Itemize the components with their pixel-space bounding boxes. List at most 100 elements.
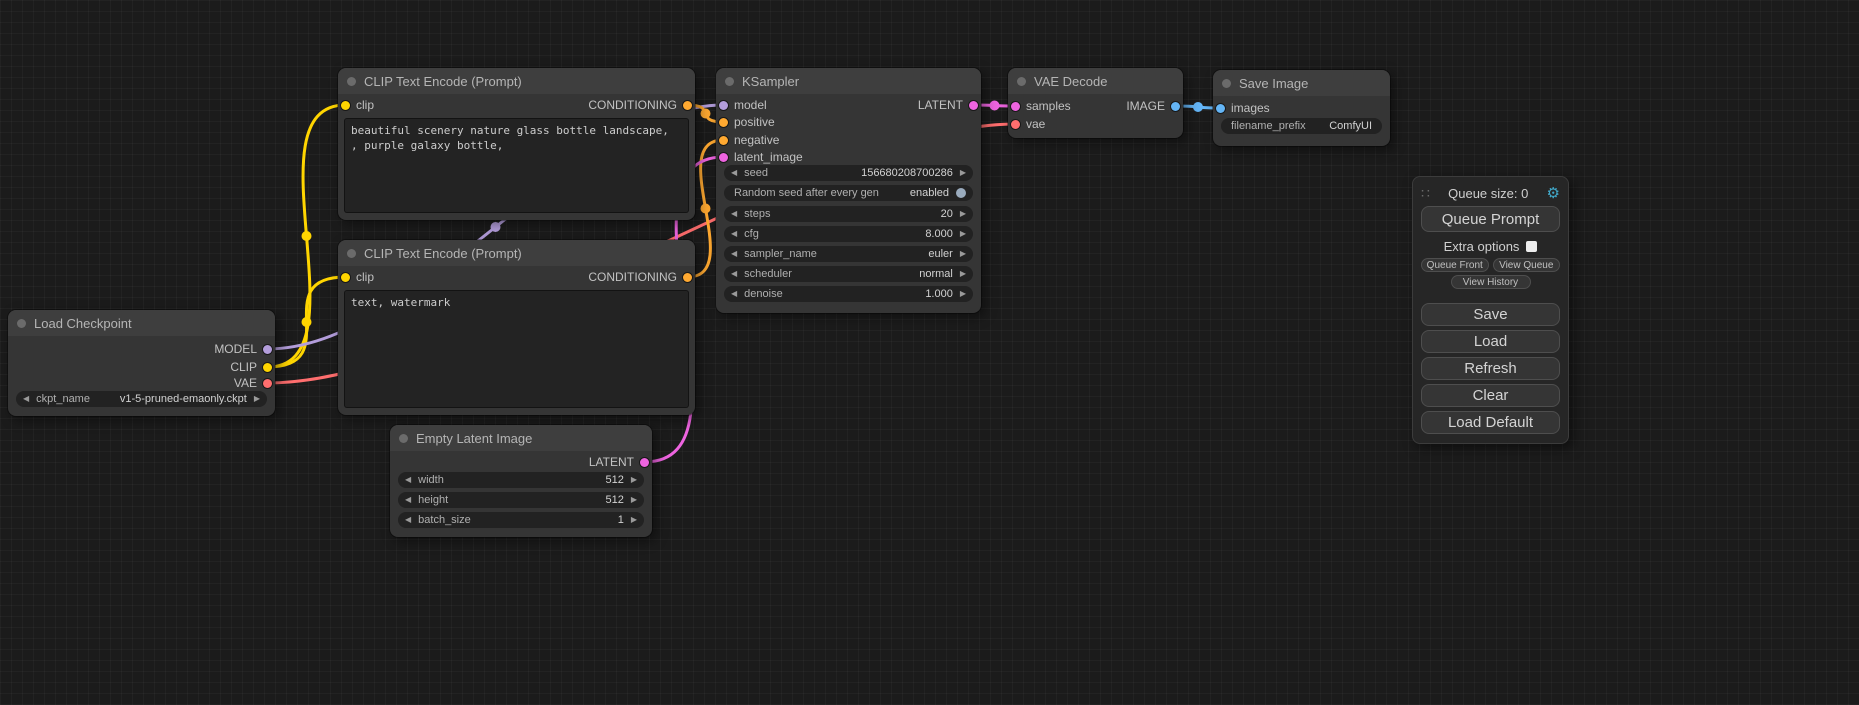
widget-value: 512 [605, 474, 623, 486]
image-output-dot[interactable] [1171, 102, 1180, 111]
node-title-bar[interactable]: Empty Latent Image [390, 425, 652, 451]
node-load-checkpoint[interactable]: Load Checkpoint MODEL CLIP VAE ◀ ckpt_na… [8, 310, 275, 416]
node-clip-text-encode-positive[interactable]: CLIP Text Encode (Prompt) clip CONDITION… [338, 68, 695, 220]
input-slot-images: images [1216, 99, 1270, 117]
output-label: VAE [234, 376, 257, 390]
negative-input-dot[interactable] [719, 136, 728, 145]
increment-arrow-icon[interactable]: ▶ [960, 250, 966, 258]
output-slot-vae: VAE [234, 374, 272, 392]
load-default-button[interactable]: Load Default [1421, 411, 1560, 434]
sampler-name-widget[interactable]: ◀ sampler_name euler ▶ [724, 246, 973, 262]
ckpt-name-widget[interactable]: ◀ ckpt_name v1-5-pruned-emaonly.ckpt ▶ [16, 391, 267, 407]
collapse-dot-icon[interactable] [399, 434, 408, 443]
increment-arrow-icon[interactable]: ▶ [254, 395, 260, 403]
save-button[interactable]: Save [1421, 303, 1560, 326]
decrement-arrow-icon[interactable]: ◀ [405, 496, 411, 504]
cfg-widget[interactable]: ◀ cfg 8.000 ▶ [724, 226, 973, 242]
increment-arrow-icon[interactable]: ▶ [960, 230, 966, 238]
decrement-arrow-icon[interactable]: ◀ [731, 210, 737, 218]
collapse-dot-icon[interactable] [725, 77, 734, 86]
conditioning-output-dot[interactable] [683, 101, 692, 110]
collapse-dot-icon[interactable] [17, 319, 26, 328]
node-title-bar[interactable]: VAE Decode [1008, 68, 1183, 94]
extra-options-checkbox[interactable] [1526, 241, 1537, 252]
filename-prefix-widget[interactable]: filename_prefix ComfyUI [1221, 118, 1382, 134]
random-seed-toggle-widget[interactable]: Random seed after every gen enabled [724, 185, 973, 201]
panel-header: ∷ Queue size: 0 ⚙ [1421, 184, 1560, 202]
refresh-button[interactable]: Refresh [1421, 357, 1560, 380]
clip-output-dot[interactable] [263, 363, 272, 372]
clip-input-dot[interactable] [341, 101, 350, 110]
input-label: latent_image [734, 150, 803, 164]
conditioning-output-dot[interactable] [683, 273, 692, 282]
decrement-arrow-icon[interactable]: ◀ [731, 230, 737, 238]
increment-arrow-icon[interactable]: ▶ [960, 169, 966, 177]
node-title: Empty Latent Image [416, 431, 532, 446]
denoise-widget[interactable]: ◀ denoise 1.000 ▶ [724, 286, 973, 302]
node-title-bar[interactable]: Save Image [1213, 70, 1390, 96]
increment-arrow-icon[interactable]: ▶ [631, 496, 637, 504]
node-title-bar[interactable]: Load Checkpoint [8, 310, 275, 336]
toggle-dot-icon[interactable] [956, 188, 966, 198]
latent-output-dot[interactable] [969, 101, 978, 110]
model-input-dot[interactable] [719, 101, 728, 110]
settings-gear-icon[interactable]: ⚙ [1547, 186, 1560, 201]
queue-front-button[interactable]: Queue Front [1421, 258, 1489, 272]
batch-size-widget[interactable]: ◀ batch_size 1 ▶ [398, 512, 644, 528]
link-dot [302, 317, 312, 327]
output-label: CONDITIONING [588, 270, 677, 284]
collapse-dot-icon[interactable] [1222, 79, 1231, 88]
decrement-arrow-icon[interactable]: ◀ [731, 169, 737, 177]
vae-input-dot[interactable] [1011, 120, 1020, 129]
decrement-arrow-icon[interactable]: ◀ [23, 395, 29, 403]
steps-widget[interactable]: ◀ steps 20 ▶ [724, 206, 973, 222]
output-slot-latent: LATENT [918, 96, 978, 114]
view-queue-button[interactable]: View Queue [1493, 258, 1561, 272]
collapse-dot-icon[interactable] [347, 77, 356, 86]
node-clip-text-encode-negative[interactable]: CLIP Text Encode (Prompt) clip CONDITION… [338, 240, 695, 415]
view-history-button[interactable]: View History [1451, 275, 1531, 289]
positive-input-dot[interactable] [719, 118, 728, 127]
width-widget[interactable]: ◀ width 512 ▶ [398, 472, 644, 488]
queue-size-label: Queue size: 0 [1448, 186, 1528, 201]
negative-prompt-textarea[interactable]: text, watermark [344, 290, 689, 408]
node-ksampler[interactable]: KSampler model positive negative latent_… [716, 68, 981, 313]
node-save-image[interactable]: Save Image images filename_prefix ComfyU… [1213, 70, 1390, 146]
increment-arrow-icon[interactable]: ▶ [960, 290, 966, 298]
increment-arrow-icon[interactable]: ▶ [631, 516, 637, 524]
increment-arrow-icon[interactable]: ▶ [960, 270, 966, 278]
seed-widget[interactable]: ◀ seed 156680208700286 ▶ [724, 165, 973, 181]
increment-arrow-icon[interactable]: ▶ [631, 476, 637, 484]
clip-input-dot[interactable] [341, 273, 350, 282]
decrement-arrow-icon[interactable]: ◀ [731, 290, 737, 298]
increment-arrow-icon[interactable]: ▶ [960, 210, 966, 218]
node-title-bar[interactable]: CLIP Text Encode (Prompt) [338, 240, 695, 266]
decrement-arrow-icon[interactable]: ◀ [405, 476, 411, 484]
samples-input-dot[interactable] [1011, 102, 1020, 111]
latent-image-input-dot[interactable] [719, 153, 728, 162]
decrement-arrow-icon[interactable]: ◀ [405, 516, 411, 524]
node-title-bar[interactable]: KSampler [716, 68, 981, 94]
positive-prompt-textarea[interactable]: beautiful scenery nature glass bottle la… [344, 118, 689, 213]
widget-label: filename_prefix [1231, 120, 1306, 132]
decrement-arrow-icon[interactable]: ◀ [731, 270, 737, 278]
node-vae-decode[interactable]: VAE Decode samples vae IMAGE [1008, 68, 1183, 138]
node-title-bar[interactable]: CLIP Text Encode (Prompt) [338, 68, 695, 94]
queue-prompt-button[interactable]: Queue Prompt [1421, 206, 1560, 232]
link-dot [701, 204, 711, 214]
collapse-dot-icon[interactable] [1017, 77, 1026, 86]
scheduler-widget[interactable]: ◀ scheduler normal ▶ [724, 266, 973, 282]
height-widget[interactable]: ◀ height 512 ▶ [398, 492, 644, 508]
latent-output-dot[interactable] [640, 458, 649, 467]
vae-output-dot[interactable] [263, 379, 272, 388]
node-empty-latent-image[interactable]: Empty Latent Image LATENT ◀ width 512 ▶ … [390, 425, 652, 537]
model-output-dot[interactable] [263, 345, 272, 354]
widget-value: 1 [618, 514, 624, 526]
load-button[interactable]: Load [1421, 330, 1560, 353]
images-input-dot[interactable] [1216, 104, 1225, 113]
collapse-dot-icon[interactable] [347, 249, 356, 258]
clear-button[interactable]: Clear [1421, 384, 1560, 407]
decrement-arrow-icon[interactable]: ◀ [731, 250, 737, 258]
drag-handle-icon[interactable]: ∷ [1421, 185, 1430, 202]
input-label: samples [1026, 99, 1071, 113]
